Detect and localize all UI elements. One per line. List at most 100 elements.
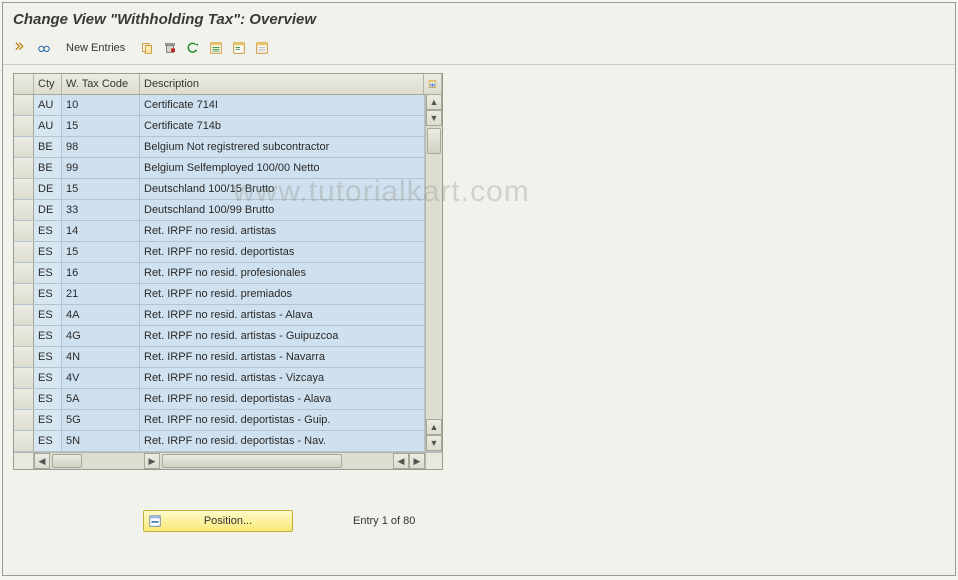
cell-desc[interactable]: Ret. IRPF no resid. deportistas — [140, 242, 425, 262]
vertical-scrollbar[interactable]: ▲ ▼ ▲ ▼ — [425, 94, 442, 451]
cell-desc[interactable]: Ret. IRPF no resid. artistas - Alava — [140, 305, 425, 325]
cell-desc[interactable]: Ret. IRPF no resid. artistas - Vizcaya — [140, 368, 425, 388]
row-selector[interactable] — [14, 221, 34, 241]
cell-code[interactable]: 15 — [62, 242, 140, 262]
cell-cty[interactable]: ES — [34, 431, 62, 451]
scroll-thumb[interactable] — [427, 128, 441, 154]
cell-code[interactable]: 5A — [62, 389, 140, 409]
cell-code[interactable]: 99 — [62, 158, 140, 178]
hscroll-thumb-left[interactable] — [52, 454, 82, 468]
scroll-track[interactable] — [426, 126, 442, 419]
cell-desc[interactable]: Belgium Not registrered subcontractor — [140, 137, 425, 157]
hscroll-right2-button[interactable]: ▶ — [409, 453, 425, 469]
cell-desc[interactable]: Ret. IRPF no resid. artistas - Guipuzcoa — [140, 326, 425, 346]
row-selector[interactable] — [14, 137, 34, 157]
cell-code[interactable]: 4V — [62, 368, 140, 388]
header-code[interactable]: W. Tax Code — [62, 74, 140, 94]
horizontal-scrollbar[interactable]: ◀ ▶ ◀ ▶ — [14, 452, 442, 469]
select-block-button[interactable] — [229, 38, 249, 58]
cell-code[interactable]: 14 — [62, 221, 140, 241]
cell-cty[interactable]: ES — [34, 263, 62, 283]
cell-code[interactable]: 5N — [62, 431, 140, 451]
hscroll-right-button[interactable]: ▶ — [144, 453, 160, 469]
row-selector[interactable] — [14, 200, 34, 220]
row-selector[interactable] — [14, 95, 34, 115]
cell-code[interactable]: 4G — [62, 326, 140, 346]
hscroll-track-right[interactable] — [160, 453, 393, 469]
deselect-all-button[interactable] — [252, 38, 272, 58]
cell-desc[interactable]: Deutschland 100/99 Brutto — [140, 200, 425, 220]
cell-cty[interactable]: AU — [34, 116, 62, 136]
position-button[interactable]: Position... — [143, 510, 293, 532]
cell-cty[interactable]: ES — [34, 305, 62, 325]
scroll-down-step-button[interactable]: ▼ — [426, 110, 442, 126]
cell-desc[interactable]: Ret. IRPF no resid. artistas — [140, 221, 425, 241]
row-selector[interactable] — [14, 242, 34, 262]
row-selector[interactable] — [14, 284, 34, 304]
copy-button[interactable] — [137, 38, 157, 58]
cell-cty[interactable]: DE — [34, 179, 62, 199]
new-entries-button[interactable]: New Entries — [57, 38, 134, 58]
cell-cty[interactable]: ES — [34, 284, 62, 304]
scroll-up2-button[interactable]: ▲ — [426, 419, 442, 435]
cell-cty[interactable]: BE — [34, 137, 62, 157]
row-selector[interactable] — [14, 179, 34, 199]
cell-code[interactable]: 33 — [62, 200, 140, 220]
row-selector[interactable] — [14, 389, 34, 409]
cell-code[interactable]: 15 — [62, 116, 140, 136]
header-cty[interactable]: Cty — [34, 74, 62, 94]
scroll-down-button[interactable]: ▼ — [426, 435, 442, 451]
header-config-button[interactable] — [424, 74, 442, 94]
cell-cty[interactable]: ES — [34, 221, 62, 241]
cell-code[interactable]: 15 — [62, 179, 140, 199]
select-all-button[interactable] — [206, 38, 226, 58]
cell-desc[interactable]: Ret. IRPF no resid. deportistas - Nav. — [140, 431, 425, 451]
row-selector[interactable] — [14, 158, 34, 178]
cell-cty[interactable]: ES — [34, 347, 62, 367]
row-selector[interactable] — [14, 347, 34, 367]
hscroll-thumb-right[interactable] — [162, 454, 342, 468]
row-selector[interactable] — [14, 410, 34, 430]
cell-code[interactable]: 21 — [62, 284, 140, 304]
hscroll-track-left[interactable] — [50, 453, 144, 469]
delete-button[interactable] — [160, 38, 180, 58]
undo-button[interactable] — [183, 38, 203, 58]
cell-desc[interactable]: Deutschland 100/15 Brutto — [140, 179, 425, 199]
cell-desc[interactable]: Ret. IRPF no resid. deportistas - Guip. — [140, 410, 425, 430]
expand-tree-button[interactable] — [11, 38, 31, 58]
glasses-button[interactable] — [34, 38, 54, 58]
cell-cty[interactable]: ES — [34, 326, 62, 346]
cell-desc[interactable]: Belgium Selfemployed 100/00 Netto — [140, 158, 425, 178]
scroll-up-button[interactable]: ▲ — [426, 94, 442, 110]
row-selector[interactable] — [14, 326, 34, 346]
hscroll-left2-button[interactable]: ◀ — [393, 453, 409, 469]
row-selector[interactable] — [14, 368, 34, 388]
cell-cty[interactable]: ES — [34, 389, 62, 409]
row-selector[interactable] — [14, 263, 34, 283]
cell-desc[interactable]: Certificate 714b — [140, 116, 425, 136]
row-selector[interactable] — [14, 431, 34, 451]
cell-desc[interactable]: Ret. IRPF no resid. profesionales — [140, 263, 425, 283]
cell-cty[interactable]: ES — [34, 368, 62, 388]
cell-desc[interactable]: Ret. IRPF no resid. premiados — [140, 284, 425, 304]
header-desc[interactable]: Description — [140, 74, 424, 94]
cell-cty[interactable]: AU — [34, 95, 62, 115]
hscroll-left-button[interactable]: ◀ — [34, 453, 50, 469]
cell-desc[interactable]: Certificate 714I — [140, 95, 425, 115]
cell-code[interactable]: 10 — [62, 95, 140, 115]
cell-cty[interactable]: ES — [34, 410, 62, 430]
footer: Position... Entry 1 of 80 — [143, 510, 945, 532]
row-selector[interactable] — [14, 116, 34, 136]
cell-desc[interactable]: Ret. IRPF no resid. deportistas - Alava — [140, 389, 425, 409]
cell-code[interactable]: 4A — [62, 305, 140, 325]
row-selector[interactable] — [14, 305, 34, 325]
cell-cty[interactable]: BE — [34, 158, 62, 178]
header-select-all[interactable] — [14, 74, 34, 94]
cell-cty[interactable]: DE — [34, 200, 62, 220]
cell-code[interactable]: 98 — [62, 137, 140, 157]
cell-cty[interactable]: ES — [34, 242, 62, 262]
cell-desc[interactable]: Ret. IRPF no resid. artistas - Navarra — [140, 347, 425, 367]
cell-code[interactable]: 5G — [62, 410, 140, 430]
cell-code[interactable]: 16 — [62, 263, 140, 283]
cell-code[interactable]: 4N — [62, 347, 140, 367]
